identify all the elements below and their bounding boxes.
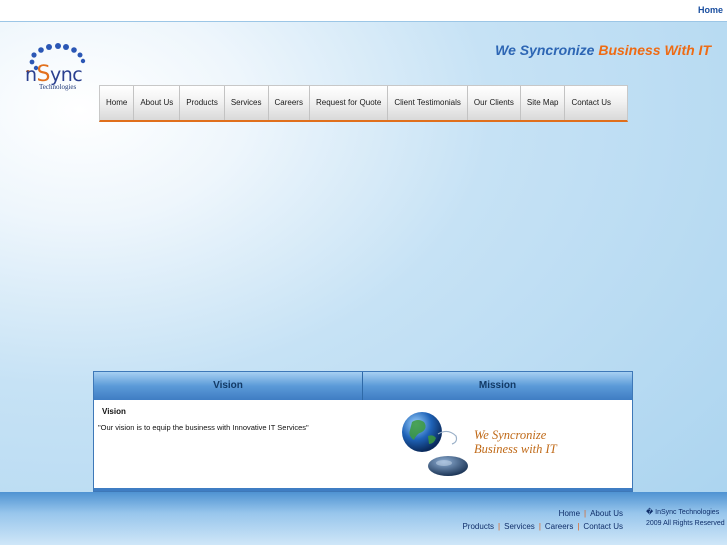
footer-links-row1: Home | About Us [559, 509, 623, 518]
vision-title: Vision [102, 407, 126, 416]
vision-text: "Our vision is to equip the business wit… [98, 423, 309, 432]
nav-item-our-clients[interactable]: Our Clients [468, 86, 521, 120]
top-home-link[interactable]: Home [698, 5, 723, 15]
footer-links-row2: Products | Services | Careers | Contact Us [462, 522, 623, 531]
vision-header: Vision [94, 372, 363, 400]
nav-item-site-map[interactable]: Site Map [521, 86, 566, 120]
logo[interactable]: nSync Technologies [20, 42, 100, 94]
site-tagline: We Syncronize Business With IT [495, 42, 711, 58]
footer-separator: | [584, 509, 587, 518]
footer-link-careers[interactable]: Careers [545, 522, 573, 531]
mission-image-line2: Business with IT [474, 442, 557, 456]
mission-image: We Syncronize Business with IT [394, 408, 584, 480]
nav-item-client-testimonials[interactable]: Client Testimonials [388, 86, 468, 120]
mission-header: Mission [478, 380, 517, 391]
panel-bottom-strip [94, 488, 632, 491]
nav-item-request-quote[interactable]: Request for Quote [310, 86, 389, 120]
nav-item-careers[interactable]: Careers [269, 86, 310, 120]
footer-link-products[interactable]: Products [462, 522, 494, 531]
footer-link-home[interactable]: Home [559, 509, 580, 518]
mission-image-caption: We Syncronize Business with IT [474, 428, 557, 456]
nav-item-services[interactable]: Services [225, 86, 269, 120]
vision-mission-panel: Vision Mission Vision "Our vision is to … [93, 371, 633, 492]
footer-link-services[interactable]: Services [504, 522, 535, 531]
mission-image-line1: We Syncronize [474, 428, 547, 442]
footer-link-about-us[interactable]: About Us [590, 509, 623, 518]
nav-item-home[interactable]: Home [100, 86, 135, 120]
nav-item-products[interactable]: Products [180, 86, 225, 120]
main-nav: Home About Us Products Services Careers … [99, 85, 628, 122]
logo-subtitle: Technologies [39, 83, 77, 91]
top-bar: Home [0, 0, 727, 22]
footer-link-contact-us[interactable]: Contact Us [583, 522, 623, 531]
panel-header: Vision Mission [94, 372, 632, 400]
footer-separator: | [498, 522, 501, 531]
globe-mouse-icon [402, 412, 468, 476]
footer: Home | About Us Products | Services | Careers |… [0, 492, 727, 545]
footer-separator: | [538, 522, 541, 531]
footer-copyright: � InSync Technologies 2009 All Rights Re… [646, 509, 725, 527]
nav-item-about-us[interactable]: About Us [134, 86, 181, 120]
footer-separator: | [577, 522, 580, 531]
nav-item-contact-us[interactable]: Contact Us [565, 86, 617, 120]
